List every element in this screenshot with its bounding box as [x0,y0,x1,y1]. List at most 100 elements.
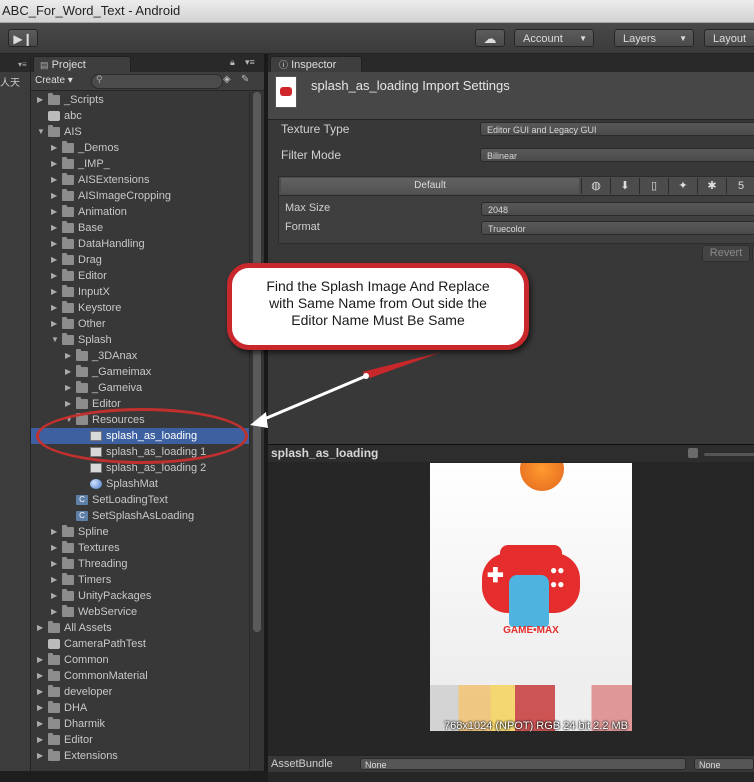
tree-item[interactable]: ▶ _3DAnax [31,348,249,364]
collapsed-arrow-icon[interactable]: ▶ [51,220,59,236]
cloud-button[interactable]: ☁ [475,29,505,47]
tree-item[interactable]: ▼ AIS [31,124,249,140]
collapsed-arrow-icon[interactable]: ▶ [37,700,45,716]
panel-menu-icon[interactable]: ▾≡ [18,60,27,69]
html5-platform-icon[interactable]: 5 [726,178,754,194]
collapsed-arrow-icon[interactable]: ▶ [51,172,59,188]
tree-item[interactable]: ▶ Timers [31,572,249,588]
collapsed-arrow-icon[interactable]: ▶ [37,652,45,668]
asset-bundle-dropdown[interactable]: None [360,758,686,770]
tree-item[interactable]: ▶ DHA [31,700,249,716]
collapsed-arrow-icon[interactable]: ▶ [51,540,59,556]
tree-item[interactable]: ▶ Editor [31,732,249,748]
collapsed-arrow-icon[interactable]: ▶ [37,620,45,636]
tree-item[interactable]: ▶ Common [31,652,249,668]
expanded-arrow-icon[interactable]: ▼ [37,124,45,140]
tree-item[interactable]: C SetSplashAsLoading [31,508,249,524]
panel-menu-icon[interactable]: ▾≡ [245,57,255,68]
collapsed-arrow-icon[interactable]: ▶ [37,92,45,108]
collapsed-arrow-icon[interactable]: ▶ [51,140,59,156]
tab-project[interactable]: ▤ Project [33,56,131,72]
max-size-dropdown[interactable]: 2048 [481,202,754,216]
texture-type-dropdown[interactable]: Editor GUI and Legacy GUI [480,122,754,136]
layout-dropdown[interactable]: Layout [704,29,754,47]
filter-by-type-icon[interactable]: ◈ [223,74,231,85]
tree-item[interactable]: ▶ _Gameiva [31,380,249,396]
lock-icon[interactable]: 🔒︎ [230,57,235,68]
platform-tab-default[interactable]: Default [281,178,579,194]
alpha-toggle-icon[interactable] [688,448,698,458]
collapsed-arrow-icon[interactable]: ▶ [51,572,59,588]
tree-item[interactable]: ▶ Other [31,316,249,332]
web-platform-icon[interactable]: ◍ [581,178,610,194]
collapsed-arrow-icon[interactable]: ▶ [51,236,59,252]
create-dropdown[interactable]: Create ▾ [35,74,87,88]
tree-item[interactable]: ▶ All Assets [31,620,249,636]
tree-item[interactable]: ▶ Textures [31,540,249,556]
collapsed-arrow-icon[interactable]: ▶ [37,668,45,684]
tree-item[interactable]: ▶ Threading [31,556,249,572]
format-dropdown[interactable]: Truecolor [481,221,754,235]
tree-item[interactable]: ▶ Spline [31,524,249,540]
collapsed-arrow-icon[interactable]: ▶ [37,748,45,764]
filter-by-label-icon[interactable]: ✎ [241,74,249,85]
blackberry-platform-icon[interactable]: ✱ [697,178,726,194]
tree-item[interactable]: SplashMat [31,476,249,492]
tree-item[interactable]: ▶ CommonMaterial [31,668,249,684]
tree-item[interactable]: ▶ AISImageCropping [31,188,249,204]
tree-item[interactable]: C SetLoadingText [31,492,249,508]
tree-item[interactable]: ▶ UnityPackages [31,588,249,604]
tree-item[interactable]: ▶ Animation [31,204,249,220]
tree-item[interactable]: ▶ Drag [31,252,249,268]
tree-item[interactable]: CameraPathTest [31,636,249,652]
tree-item[interactable]: ▶ Keystore [31,300,249,316]
tree-item[interactable]: ▶ _IMP_ [31,156,249,172]
mip-level-slider[interactable] [704,453,754,456]
tree-item[interactable]: ▶ Dharmik [31,716,249,732]
collapsed-arrow-icon[interactable]: ▶ [51,524,59,540]
android-platform-icon[interactable]: ✦ [668,178,697,194]
tree-item[interactable]: ▶ InputX [31,284,249,300]
tree-item[interactable]: ▶ Extensions [31,748,249,764]
project-tree-scrollbar[interactable] [249,92,265,771]
tree-item[interactable]: ▶ WebService [31,604,249,620]
project-search-input[interactable]: ⚲ [91,74,223,89]
collapsed-arrow-icon[interactable]: ▶ [51,284,59,300]
collapsed-arrow-icon[interactable]: ▶ [37,684,45,700]
collapsed-arrow-icon[interactable]: ▶ [65,380,73,396]
collapsed-arrow-icon[interactable]: ▶ [65,364,73,380]
collapsed-arrow-icon[interactable]: ▶ [51,188,59,204]
step-button[interactable]: ▶❙ [8,29,38,47]
collapsed-arrow-icon[interactable]: ▶ [51,204,59,220]
tree-item[interactable]: ▶ Editor [31,268,249,284]
filter-mode-dropdown[interactable]: Bilinear [480,148,754,162]
tree-item[interactable]: ▶ _Demos [31,140,249,156]
tree-item[interactable]: ▶ developer [31,684,249,700]
expanded-arrow-icon[interactable]: ▼ [51,332,59,348]
tree-item[interactable]: abc [31,108,249,124]
collapsed-arrow-icon[interactable]: ▶ [51,588,59,604]
ios-platform-icon[interactable]: ▯ [639,178,668,194]
collapsed-arrow-icon[interactable]: ▶ [51,556,59,572]
collapsed-arrow-icon[interactable]: ▶ [37,716,45,732]
standalone-platform-icon[interactable]: ⬇ [610,178,639,194]
tree-item[interactable]: ▶ _Gameimax [31,364,249,380]
scrollbar-thumb[interactable] [253,92,261,632]
collapsed-arrow-icon[interactable]: ▶ [51,268,59,284]
revert-button[interactable]: Revert [702,245,750,262]
collapsed-arrow-icon[interactable]: ▶ [51,300,59,316]
collapsed-arrow-icon[interactable]: ▶ [51,252,59,268]
tab-inspector[interactable]: ⓘ Inspector [270,56,362,72]
collapsed-arrow-icon[interactable]: ▶ [65,396,73,412]
collapsed-arrow-icon[interactable]: ▶ [51,604,59,620]
collapsed-arrow-icon[interactable]: ▶ [65,348,73,364]
tree-item[interactable]: ▶ _Scripts [31,92,249,108]
layers-dropdown[interactable]: Layers ▼ [614,29,694,47]
account-dropdown[interactable]: Account ▼ [514,29,594,47]
tree-item[interactable]: ▶ Base [31,220,249,236]
asset-bundle-variant-dropdown[interactable]: None [694,758,754,770]
tree-item[interactable]: ▶ DataHandling [31,236,249,252]
collapsed-arrow-icon[interactable]: ▶ [37,732,45,748]
tree-item[interactable]: ▶ AISExtensions [31,172,249,188]
collapsed-arrow-icon[interactable]: ▶ [51,316,59,332]
